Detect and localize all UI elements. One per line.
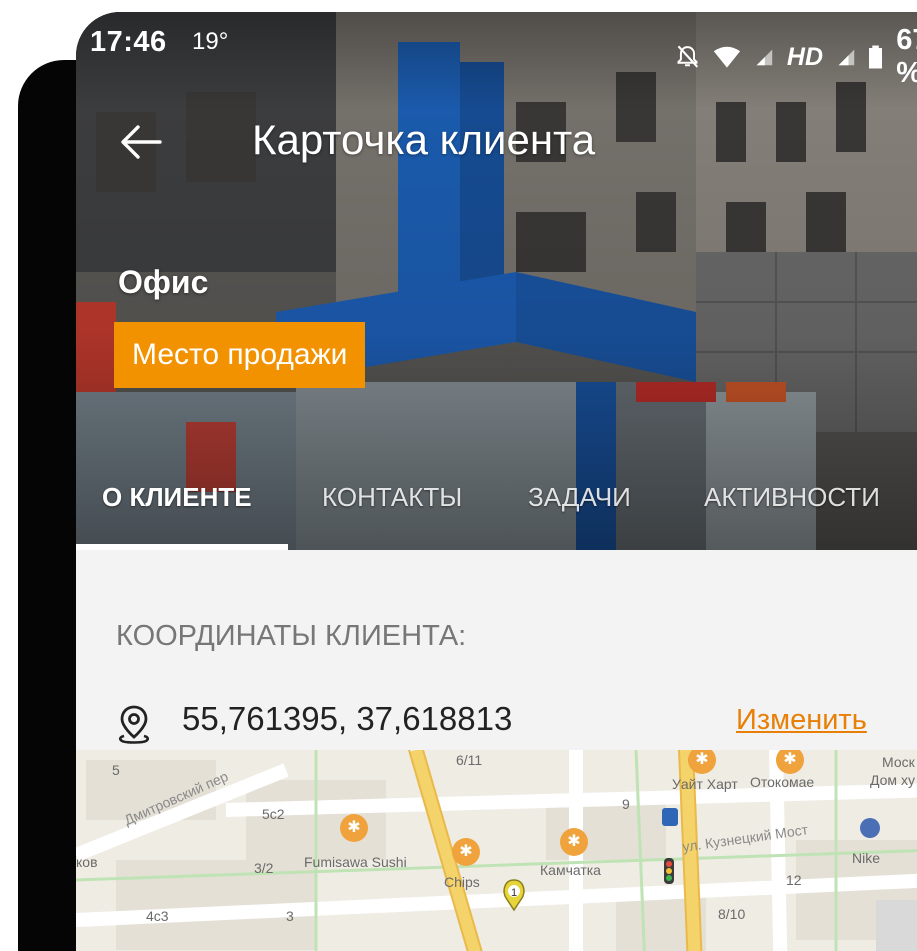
app-bar: Карточка клиента bbox=[76, 100, 917, 180]
status-bar: 17:46 19° HD 6 bbox=[76, 12, 917, 89]
map-place-label: Nike bbox=[852, 850, 881, 866]
signal-2-icon bbox=[838, 49, 855, 66]
battery-icon bbox=[869, 45, 883, 69]
page-title: Карточка клиента bbox=[252, 116, 596, 163]
map-place-label: Уайт Харт bbox=[672, 776, 738, 792]
notifications-off-icon bbox=[677, 45, 699, 68]
client-photo-header: 17:46 19° HD 6 Карточка клиента Офис Мес… bbox=[76, 12, 917, 550]
coordinates-section-title: КООРДИНАТЫ КЛИЕНТА: bbox=[116, 620, 467, 652]
client-coordinates-section: КООРДИНАТЫ КЛИЕНТА: 55,761395, 37,618813… bbox=[76, 550, 917, 770]
status-temperature: 19° bbox=[192, 28, 229, 55]
map-building-number: 8/10 bbox=[718, 906, 746, 922]
client-type-badge: Место продажи bbox=[114, 322, 366, 388]
wifi-icon bbox=[713, 46, 741, 68]
signal-icon bbox=[756, 49, 773, 66]
map-view[interactable]: 1 ✱ ✱ ✱ ✱ ✱ 5 Дмитровский пер 5с2 6/11 9… bbox=[76, 750, 917, 951]
map-place-label: Моск bbox=[882, 754, 915, 770]
map-place-label: Камчатка bbox=[540, 862, 601, 878]
coordinates-row: 55,761395, 37,618813 Изменить bbox=[116, 700, 917, 750]
map-building-number: 3/2 bbox=[254, 860, 274, 876]
status-icons: HD 67 % bbox=[676, 24, 917, 90]
svg-text:1: 1 bbox=[511, 887, 517, 899]
coordinates-value: 55,761395, 37,618813 bbox=[182, 700, 513, 737]
restaurant-pin-icon: ✱ bbox=[340, 814, 368, 842]
screen: 17:46 19° HD 6 Карточка клиента Офис Мес… bbox=[76, 12, 917, 951]
map-place-label: Отокомае bbox=[750, 774, 815, 790]
tab-about-client[interactable]: О КЛИЕНТЕ bbox=[102, 482, 252, 513]
map-building-number: 5 bbox=[112, 762, 120, 778]
tab-activities[interactable]: АКТИВНОСТИ bbox=[704, 482, 880, 513]
map-place-label: Fumisawa Sushi bbox=[304, 854, 407, 870]
bar-pin-icon: ✱ bbox=[560, 828, 588, 856]
status-network-type: HD bbox=[786, 42, 824, 71]
status-battery: 67 % bbox=[896, 24, 917, 89]
arrow-left-icon bbox=[121, 125, 162, 159]
restaurant-pin-icon: ✱ bbox=[452, 838, 480, 866]
map-place-label: Chips bbox=[444, 874, 480, 890]
map-building-number: 5с2 bbox=[262, 806, 285, 822]
map-building-number: 9 bbox=[622, 796, 630, 812]
map-building-number: 6/11 bbox=[456, 752, 483, 768]
client-name: Офис bbox=[118, 264, 209, 300]
back-button[interactable] bbox=[114, 112, 174, 172]
map-building-number: 3 bbox=[286, 908, 294, 924]
map-building-number: 4с3 bbox=[146, 908, 169, 924]
change-coordinates-link[interactable]: Изменить bbox=[736, 704, 867, 737]
status-time: 17:46 bbox=[90, 26, 167, 58]
tab-tasks[interactable]: ЗАДАЧИ bbox=[528, 482, 631, 513]
map-building-number: 12 bbox=[786, 872, 802, 888]
map-edge-label: ков bbox=[76, 854, 98, 870]
tab-bar: О КЛИЕНТЕ КОНТАКТЫ ЗАДАЧИ АКТИВНОСТИ bbox=[76, 472, 917, 550]
location-pin-icon bbox=[118, 705, 150, 744]
tab-contacts[interactable]: КОНТАКТЫ bbox=[322, 482, 462, 513]
map-place-label: Дом ху bbox=[870, 772, 915, 788]
